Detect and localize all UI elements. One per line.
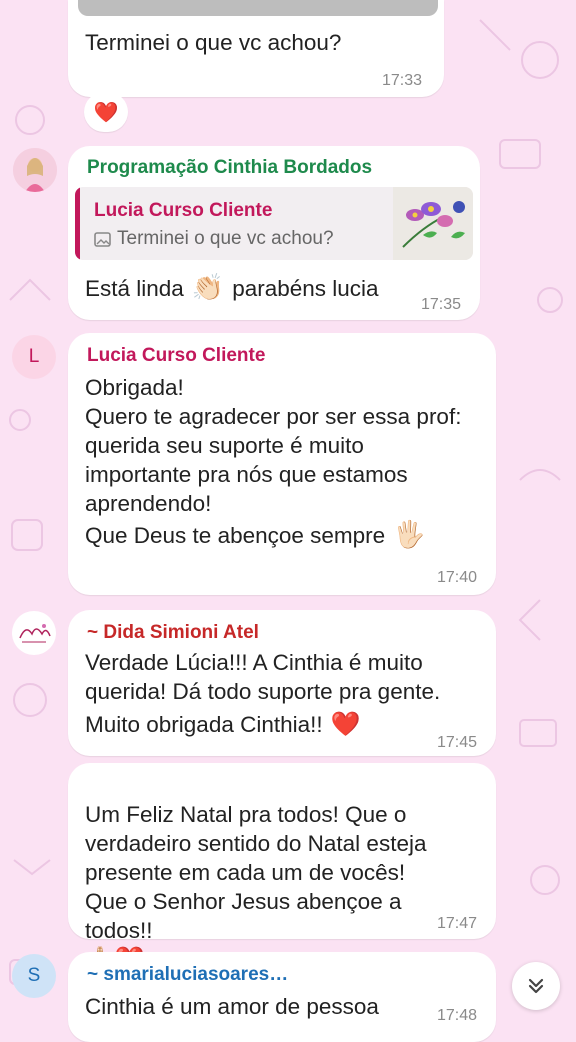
person-avatar-icon — [13, 148, 57, 192]
sender-avatar-letter[interactable]: L — [12, 335, 56, 379]
sender-name[interactable]: Programação Cinthia Bordados — [87, 157, 372, 179]
text-part-2: parabéns lucia — [232, 276, 379, 301]
quote-sender: Lucia Curso Cliente — [94, 200, 273, 221]
quote-thumbnail[interactable] — [393, 187, 473, 260]
message-time: 17:48 — [437, 1007, 478, 1024]
text-part: Um Feliz Natal pra todos! Que o verdadei… — [85, 802, 427, 943]
quote-text-row: Terminei o que vc achou? — [94, 228, 334, 250]
scroll-to-bottom-button[interactable] — [512, 962, 560, 1010]
quoted-message[interactable]: Lucia Curso Cliente Terminei o que vc ac… — [75, 187, 473, 260]
message-time: 17:47 — [437, 915, 478, 932]
embroidery-flower-thumbnail — [402, 201, 465, 248]
sender-avatar-photo[interactable] — [13, 148, 57, 192]
message-bubble-4[interactable]: ~ Dida Simioni Atel Verdade Lúcia!!! A C… — [68, 610, 496, 756]
text-part: Que Deus te abençoe sempre — [85, 523, 386, 548]
message-text: Está linda 👏🏻 parabéns lucia — [85, 274, 415, 303]
message-text: Terminei o que vc achou? — [85, 30, 342, 55]
message-time: 17:35 — [421, 296, 462, 313]
sender-name[interactable]: Lucia Curso Cliente — [87, 345, 265, 367]
message-text-line2: Muito obrigada Cinthia!! ❤️ — [85, 710, 465, 739]
message-time: 17:33 — [382, 72, 423, 89]
message-bubble-5[interactable]: Um Feliz Natal pra todos! Que o verdadei… — [68, 763, 496, 973]
text-part: Muito obrigada Cinthia!! — [85, 712, 323, 737]
message-bubble-6[interactable]: ~ smarialuciasoares… Cinthia é um amor d… — [68, 952, 496, 1042]
message-bubble-3[interactable]: Lucia Curso Cliente Obrigada! Quero te a… — [68, 333, 496, 595]
heart-reaction-icon: ❤️ — [93, 100, 119, 124]
reaction-badge[interactable]: ❤️ — [84, 92, 128, 132]
message-text: Um Feliz Natal pra todos! Que o verdadei… — [85, 771, 445, 974]
sender-name[interactable]: ~ smarialuciasoares… — [87, 964, 288, 986]
message-time: 17:40 — [437, 569, 478, 586]
message-bubble-1[interactable]: Terminei o que vc achou? 17:33 — [68, 0, 444, 97]
text-part-1: Está linda — [85, 276, 184, 301]
quote-text: Terminei o que vc achou? — [117, 228, 334, 249]
message-text: Obrigada! Quero te agradecer por ser ess… — [85, 375, 462, 516]
quote-accent-bar — [75, 187, 80, 260]
message-text: Cinthia é um amor de pessoa — [85, 994, 379, 1019]
raised-hand-icon: 🖐🏻 — [393, 520, 426, 550]
atelier-logo-icon — [19, 624, 51, 643]
chevron-double-down-icon — [528, 978, 544, 994]
message-text-line2: Que Deus te abençoe sempre 🖐🏻 — [85, 521, 465, 550]
message-bubble-2[interactable]: Programação Cinthia Bordados Lucia Curso… — [68, 146, 480, 320]
image-icon — [94, 231, 111, 247]
sender-avatar-letter[interactable]: S — [12, 954, 56, 998]
avatar-letter: S — [27, 965, 41, 986]
image-preview-strip — [78, 0, 438, 16]
avatar-letter: L — [28, 346, 40, 367]
message-text: Verdade Lúcia!!! A Cinthia é muito queri… — [85, 650, 441, 704]
heart-icon: ❤️ — [330, 710, 361, 738]
sender-name[interactable]: ~ Dida Simioni Atel — [87, 622, 259, 644]
sender-avatar-logo[interactable] — [12, 611, 56, 655]
clapping-hands-icon: 👏🏻 — [191, 273, 225, 303]
message-time: 17:45 — [437, 734, 478, 751]
